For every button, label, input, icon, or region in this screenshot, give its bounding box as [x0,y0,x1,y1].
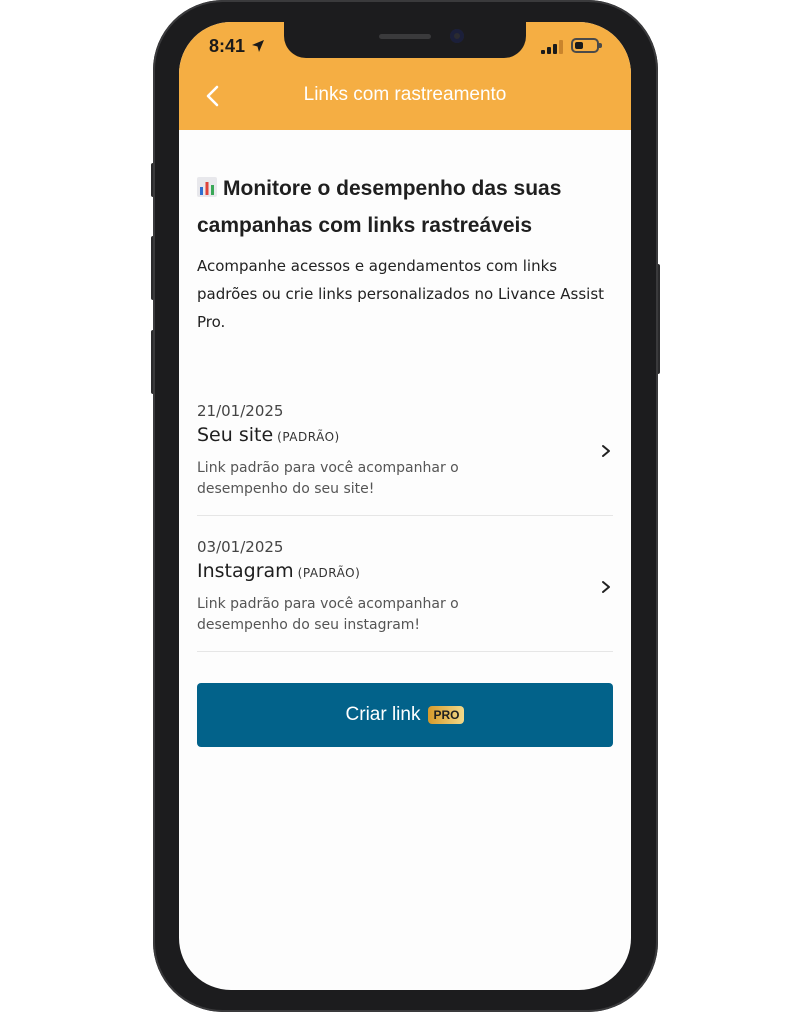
location-arrow-icon [252,40,264,52]
intro-title-text: Monitore o desempenho das suas campanhas… [197,177,562,237]
chevron-right-icon [602,445,610,457]
link-default-tag: (PADRÃO) [297,566,361,580]
link-default-tag: (PADRÃO) [277,430,340,444]
battery-icon [571,38,602,53]
link-title-text: Instagram [197,560,294,582]
chevron-right-icon [602,581,610,593]
signal-strength-icon [541,40,563,54]
link-description: Link padrão para você acompanhar o desem… [197,596,459,633]
link-item-seu-site[interactable]: 21/01/2025 Seu site (PADRÃO) Link padrão … [197,380,613,516]
bar-chart-icon [197,177,217,197]
pro-badge: PRO [428,706,465,724]
phone-screen: 8:41 Links com rastreamento Monitore o d… [179,22,631,990]
link-date: 03/01/2025 [197,538,284,556]
create-link-button[interactable]: Criar link PRO [197,683,613,747]
link-description: Link padrão para você acompanhar o desem… [197,460,459,497]
intro-description: Acompanhe acessos e agendamentos com lin… [197,257,605,331]
create-link-label: Criar link [345,704,421,725]
status-time: 8:41 [209,36,246,56]
link-title: Instagram (PADRÃO) [197,560,360,582]
link-date: 21/01/2025 [197,402,284,420]
app-header: 8:41 Links com rastreamento [179,22,631,130]
intro-title: Monitore o desempenho das suas campanhas… [197,170,613,244]
link-title: Seu site (PADRÃO) [197,424,340,446]
link-item-instagram[interactable]: 03/01/2025 Instagram (PADRÃO) Link padrão… [197,516,613,652]
link-title-text: Seu site [197,424,274,446]
front-camera [450,29,464,43]
speaker-grille [379,34,431,39]
phone-notch [284,22,526,58]
page-header-title: Links com rastreamento [303,84,507,105]
